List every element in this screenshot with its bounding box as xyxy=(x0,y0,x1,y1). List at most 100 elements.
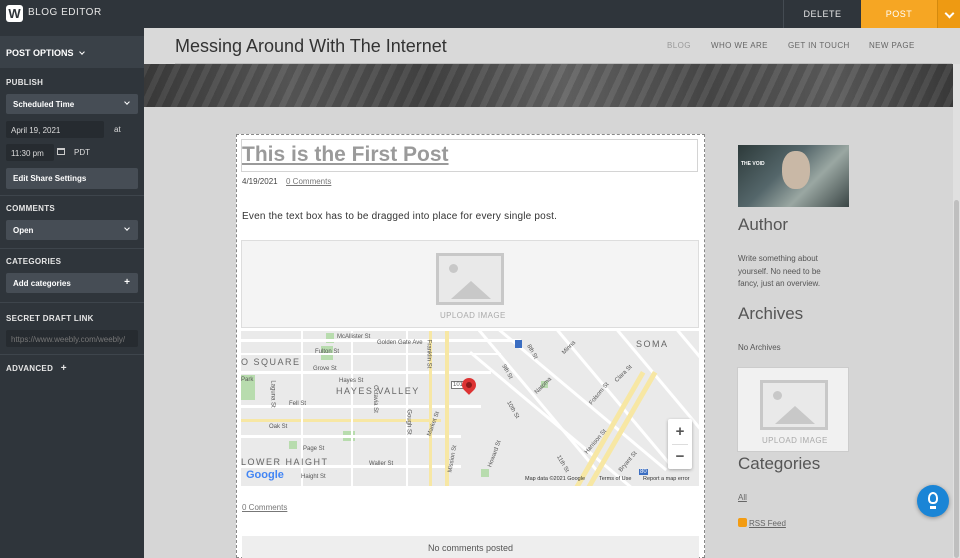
author-image[interactable]: THE VOID xyxy=(738,145,849,207)
map-street-label: Grove St xyxy=(313,366,337,372)
post-title[interactable]: This is the First Post xyxy=(242,143,449,167)
nav-blog[interactable]: BLOG xyxy=(667,41,691,50)
calendar-icon[interactable] xyxy=(57,148,65,155)
map-location-pin-icon[interactable] xyxy=(459,375,479,395)
site-title[interactable]: Messing Around With The Internet xyxy=(175,36,447,57)
map-park-label: Park xyxy=(241,377,254,383)
post-options-sidebar: POST OPTIONS PUBLISH Scheduled Time Apri… xyxy=(0,28,144,558)
author-heading[interactable]: Author xyxy=(738,215,788,235)
map-attribution: Map data ©2021 Google xyxy=(525,476,586,482)
nav-new-page[interactable]: NEW PAGE xyxy=(869,41,915,50)
map-report-error-link[interactable]: Report a map error xyxy=(643,476,689,482)
author-text[interactable]: Write something about yourself. No need … xyxy=(738,253,838,291)
map-street-label: Golden Gate Ave xyxy=(377,340,423,346)
map-street-label: Waller St xyxy=(369,461,394,467)
add-categories-button[interactable]: Add categories + xyxy=(6,273,138,293)
transit-icon xyxy=(515,340,522,348)
chevron-down-icon xyxy=(79,49,85,55)
category-all-link[interactable]: All xyxy=(738,493,747,502)
map-street-label: Oak St xyxy=(269,424,288,430)
map-street-label: Bryant St xyxy=(618,450,639,474)
map-street-label: Fell St xyxy=(289,401,307,407)
map-road xyxy=(531,331,675,470)
comments-select-value: Open xyxy=(13,226,34,235)
map-park xyxy=(289,441,297,449)
at-label: at xyxy=(114,125,121,134)
schedule-select-value: Scheduled Time xyxy=(13,100,75,109)
delete-button[interactable]: DELETE xyxy=(783,0,861,28)
lightbulb-icon xyxy=(928,492,938,504)
schedule-select[interactable]: Scheduled Time xyxy=(6,94,138,114)
map-street-label: Clara St xyxy=(614,364,634,384)
map-street-label: Laguna St xyxy=(269,380,276,408)
categories-label: CATEGORIES xyxy=(6,257,62,266)
author-image-caption: THE VOID xyxy=(741,161,765,167)
timezone-label: PDT xyxy=(74,148,90,157)
chevron-down-icon xyxy=(124,99,130,105)
map-street-label: Haight St xyxy=(301,474,326,480)
map-terms-link[interactable]: Terms of Use xyxy=(599,476,631,482)
archives-heading[interactable]: Archives xyxy=(738,304,803,324)
plus-icon: + xyxy=(60,363,67,374)
publish-label: PUBLISH xyxy=(6,78,44,87)
map-road xyxy=(351,331,353,486)
top-bar: W BLOG EDITOR DELETE POST xyxy=(0,0,960,28)
no-comments-message: No comments posted xyxy=(242,536,699,558)
map-zoom-in-button[interactable]: + xyxy=(668,419,692,444)
map-street-label: Fulton St xyxy=(315,349,340,355)
map-street-label: Hayes St xyxy=(339,378,364,384)
post-upload-image-box[interactable]: UPLOAD IMAGE xyxy=(241,240,699,328)
comments-label: COMMENTS xyxy=(6,204,56,213)
map-street-label: Page St xyxy=(303,446,325,452)
map-road xyxy=(241,371,491,374)
map-street-label: Folsom St xyxy=(588,381,611,407)
publish-time-input[interactable]: 11:30 pm xyxy=(6,144,54,161)
app-title: BLOG EDITOR xyxy=(28,7,102,18)
map-road xyxy=(241,353,501,355)
map-zoom-out-button[interactable]: − xyxy=(668,444,692,469)
divider xyxy=(0,354,144,355)
help-lightbulb-button[interactable] xyxy=(917,485,949,517)
map-street-label: 11th St xyxy=(555,454,570,474)
google-logo[interactable]: Google xyxy=(246,469,284,481)
advanced-toggle[interactable]: ADVANCED + xyxy=(6,363,67,374)
post-options-toggle[interactable]: POST OPTIONS xyxy=(0,36,144,68)
page-scrollbar-thumb[interactable] xyxy=(954,200,959,558)
rss-feed-link[interactable]: RSS Feed xyxy=(749,519,786,528)
nav-who-we-are[interactable]: WHO WE ARE xyxy=(711,41,768,50)
secret-draft-link-input[interactable]: https://www.weebly.com/weebly/ xyxy=(6,330,138,347)
author-face xyxy=(782,151,810,189)
post-button[interactable]: POST xyxy=(861,0,937,28)
map-street-label: Howard St xyxy=(487,439,503,469)
categories-heading[interactable]: Categories xyxy=(738,454,820,474)
post-options-chevron-down-icon[interactable] xyxy=(937,0,960,28)
image-placeholder-icon xyxy=(436,253,504,305)
header-banner-image[interactable] xyxy=(144,64,953,107)
site-header: Messing Around With The Internet BLOG WH… xyxy=(144,28,960,64)
add-categories-label: Add categories xyxy=(13,279,71,288)
map-area-label: SOMA xyxy=(636,339,669,349)
divider xyxy=(0,248,144,249)
map-zoom-control: + − xyxy=(668,419,692,469)
post-body-text[interactable]: Even the text box has to be dragged into… xyxy=(242,211,557,222)
divider xyxy=(0,302,144,303)
nav-get-in-touch[interactable]: GET IN TOUCH xyxy=(788,41,850,50)
map-street-label: Mission St xyxy=(447,444,459,474)
map-area-label: HAYES VALLEY xyxy=(336,386,420,396)
google-map[interactable]: O SQUARE HAYES VALLEY LOWER HAIGHT SOMA … xyxy=(241,331,699,486)
post-bottom-comments-link[interactable]: 0 Comments xyxy=(242,503,287,512)
comments-select[interactable]: Open xyxy=(6,220,138,240)
weebly-logo-icon[interactable]: W xyxy=(6,5,23,22)
map-street-label: Octavia St xyxy=(371,385,378,413)
publish-date-input[interactable]: April 19, 2021 xyxy=(6,121,104,138)
edit-share-settings-button[interactable]: Edit Share Settings xyxy=(6,168,138,189)
map-park xyxy=(481,469,489,477)
divider xyxy=(0,195,144,196)
post-comments-link[interactable]: 0 Comments xyxy=(286,177,331,186)
rss-icon xyxy=(738,518,747,527)
map-street-label: Franklin St xyxy=(425,339,432,369)
sidebar-upload-image-box[interactable]: UPLOAD IMAGE xyxy=(737,367,849,452)
edit-share-settings-label: Edit Share Settings xyxy=(13,174,87,183)
image-placeholder-icon xyxy=(760,380,828,430)
map-area-label: O SQUARE xyxy=(241,357,301,367)
